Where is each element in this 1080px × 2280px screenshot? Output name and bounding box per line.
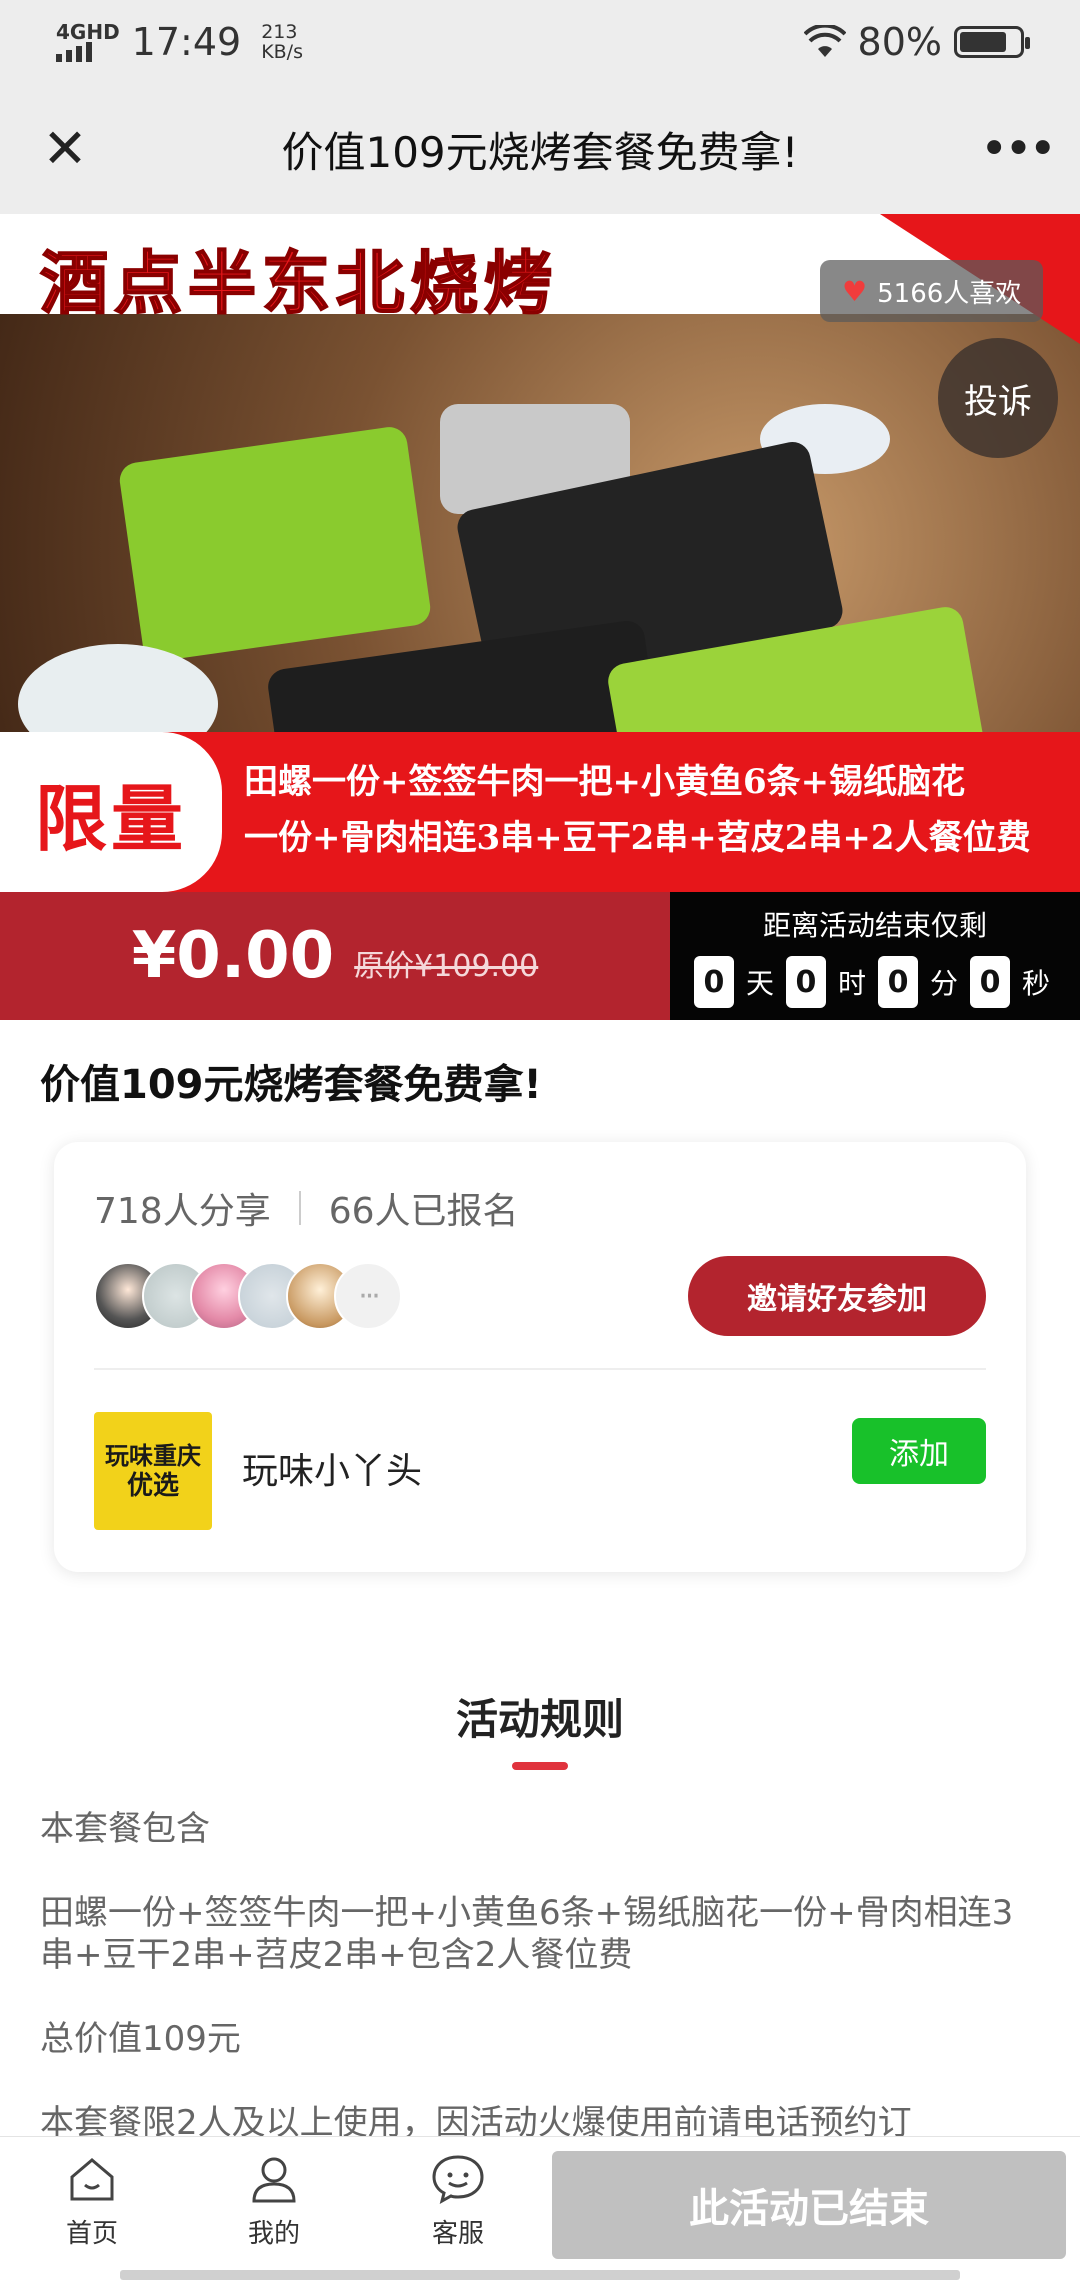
- activity-ended-button[interactable]: 此活动已结束: [552, 2151, 1066, 2259]
- tab-home-label: 首页: [65, 2219, 118, 2249]
- status-bar: 4GHD 17:49 213 KB/s 80%: [0, 0, 1080, 84]
- signal-icon: 4GHD: [56, 22, 120, 62]
- likes-count: 5166人喜欢: [877, 278, 1022, 309]
- wifi-icon: [803, 25, 846, 57]
- participant-avatars[interactable]: ···: [94, 1262, 402, 1330]
- countdown-panel: 距离活动结束仅剩 0 天 0 时 0 分 0 秒: [670, 892, 1080, 1020]
- price-bar: ¥0.00 原价¥109.00 距离活动结束仅剩 0 天 0 时 0 分 0 秒: [0, 892, 1080, 1020]
- nav-title: 价值109元烧烤套餐免费拿!: [281, 127, 799, 177]
- info-card: 718人分享 66人已报名 ··· 邀请好友参加 玩味重庆 优选 玩味小丫头 添…: [54, 1142, 1026, 1572]
- network-type: 4GHD: [56, 20, 120, 44]
- battery-percent: 80%: [857, 20, 942, 64]
- add-button[interactable]: 添加: [852, 1418, 986, 1484]
- invite-friends-button[interactable]: 邀请好友参加: [688, 1256, 986, 1336]
- countdown-days: 0: [693, 956, 734, 1008]
- promo-banner: 限量 田螺一份+签签牛肉一把+小黄鱼6条+锡纸脑花 一份+骨肉相连3串+豆干2串…: [0, 732, 1080, 892]
- network-speed: 213 KB/s: [261, 21, 303, 63]
- signup-count: 66人已报名: [328, 1191, 519, 1232]
- shop-name[interactable]: 玩味小丫头: [242, 1442, 422, 1494]
- page-title: 价值109元烧烤套餐免费拿!: [40, 1062, 542, 1108]
- complain-button[interactable]: 投诉: [938, 338, 1058, 458]
- user-icon: [246, 2151, 302, 2207]
- nav-bar: ✕ 价值109元烧烤套餐免费拿! •••: [0, 84, 1080, 214]
- home-icon: [64, 2151, 120, 2207]
- share-stats: 718人分享 66人已报名: [94, 1182, 519, 1234]
- countdown-seconds: 0: [970, 956, 1011, 1008]
- rules-underline: [512, 1762, 568, 1770]
- countdown-timer: 0 天 0 时 0 分 0 秒: [693, 956, 1056, 1008]
- countdown-hours: 0: [785, 956, 826, 1008]
- restaurant-brand: 酒点半东北烧烤: [39, 243, 559, 325]
- limited-tag: 限量: [0, 732, 222, 892]
- gesture-bar: [120, 2270, 960, 2280]
- tab-me[interactable]: 我的: [204, 2151, 344, 2261]
- countdown-minutes: 0: [878, 956, 918, 1008]
- shop-logo[interactable]: 玩味重庆 优选: [94, 1412, 212, 1530]
- tab-me-label: 我的: [247, 2219, 300, 2249]
- rules-paragraph: 田螺一份+签签牛肉一把+小黄鱼6条+锡纸脑花一份+骨肉相连3串+豆干2串+苕皮2…: [40, 1893, 1014, 1975]
- current-price: ¥0.00: [131, 919, 335, 993]
- more-icon[interactable]: •••: [980, 114, 1057, 184]
- rules-heading: 活动规则: [455, 1695, 624, 1744]
- bottom-bar: 首页 我的 客服 此活动已结束: [0, 2136, 1080, 2280]
- more-avatars-icon[interactable]: ···: [334, 1262, 402, 1330]
- rules-body: 本套餐包含 田螺一份+签签牛肉一把+小黄鱼6条+锡纸脑花一份+骨肉相连3串+豆干…: [40, 1808, 1040, 2186]
- chat-icon: [430, 2151, 486, 2207]
- rules-paragraph: 本套餐包含: [40, 1809, 210, 1849]
- tab-home[interactable]: 首页: [22, 2151, 162, 2261]
- tab-service[interactable]: 客服: [388, 2151, 528, 2261]
- tab-service-label: 客服: [431, 2219, 484, 2249]
- heart-icon: ♥: [842, 274, 868, 308]
- share-count: 718人分享: [94, 1191, 271, 1232]
- clock: 17:49: [131, 20, 242, 64]
- original-price: 原价¥109.00: [354, 949, 539, 984]
- close-icon[interactable]: ✕: [30, 114, 100, 184]
- rules-paragraph: 总价值109元: [40, 2019, 241, 2059]
- likes-badge: ♥ 5166人喜欢: [820, 260, 1044, 322]
- countdown-label: 距离活动结束仅剩: [762, 909, 987, 942]
- battery-icon: [954, 26, 1030, 58]
- divider: [94, 1368, 986, 1370]
- promo-text: 田螺一份+签签牛肉一把+小黄鱼6条+锡纸脑花 一份+骨肉相连3串+豆干2串+苕皮…: [244, 762, 1031, 858]
